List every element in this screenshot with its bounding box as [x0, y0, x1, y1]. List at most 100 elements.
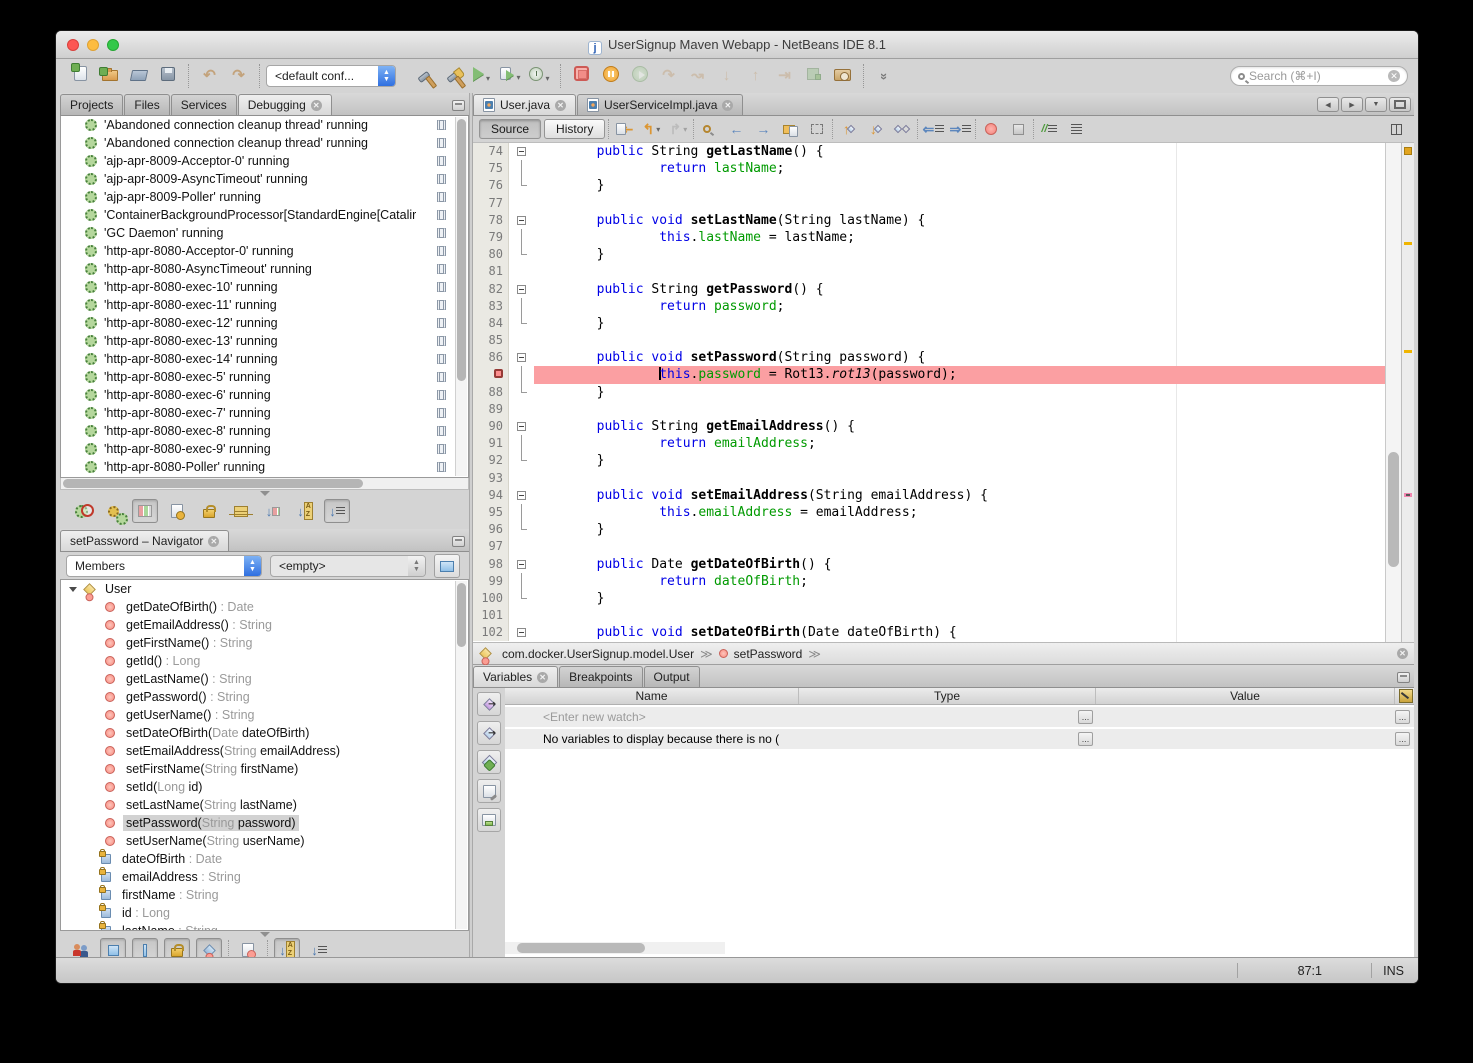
fold-margin[interactable] [509, 281, 534, 298]
line-number[interactable]: 82 [473, 281, 509, 298]
tab-files[interactable]: Files [124, 94, 169, 115]
pause-thread-icon[interactable] [437, 408, 446, 418]
editor-tab-user-java[interactable]: User.java✕ [473, 94, 576, 115]
fold-collapse-icon[interactable] [517, 147, 526, 156]
thread-row[interactable]: 'http-apr-8080-Poller' running [61, 458, 468, 476]
fold-margin[interactable] [509, 177, 534, 194]
fold-collapse-icon[interactable] [517, 285, 526, 294]
thread-row[interactable]: 'http-apr-8080-exec-11' running [61, 296, 468, 314]
maximize-window-button[interactable] [1389, 97, 1411, 112]
line-number[interactable]: 74 [473, 143, 509, 160]
build-project-button[interactable] [410, 63, 437, 90]
fold-margin[interactable] [509, 366, 534, 383]
fold-margin[interactable] [509, 315, 534, 332]
line-number[interactable]: 79 [473, 229, 509, 246]
previous-usage-button[interactable]: ↑ [836, 118, 860, 140]
fold-margin[interactable] [509, 332, 534, 349]
new-watch-button[interactable] [477, 750, 501, 774]
configuration-select[interactable]: <default conf...▲▼ [266, 65, 396, 87]
source-view-button[interactable]: Source [479, 119, 541, 139]
title-bar[interactable]: jUserSignup Maven Webapp - NetBeans IDE … [56, 31, 1418, 59]
member-item[interactable]: getEmailAddress() : String [61, 616, 468, 634]
member-item[interactable]: lastName : String [61, 922, 468, 931]
line-number[interactable]: 93 [473, 470, 509, 487]
member-item[interactable]: firstName : String [61, 886, 468, 904]
find-selection-button[interactable] [697, 118, 721, 140]
pause-thread-icon[interactable] [437, 228, 446, 238]
line-number[interactable]: 102 [473, 624, 509, 641]
fold-margin[interactable] [509, 556, 534, 573]
pause-thread-icon[interactable] [437, 192, 446, 202]
fold-margin[interactable] [509, 212, 534, 229]
line-number[interactable]: 91 [473, 435, 509, 452]
close-icon[interactable]: ✕ [1397, 648, 1408, 659]
watch-row[interactable]: No variables to display because there is… [505, 729, 1414, 749]
fold-collapse-icon[interactable] [517, 560, 526, 569]
line-number[interactable]: 88 [473, 384, 509, 401]
fold-margin[interactable] [509, 246, 534, 263]
warning-mark[interactable] [1404, 242, 1412, 245]
run-project-button[interactable]: ▾ [468, 63, 495, 90]
editor-vscrollbar[interactable] [1385, 143, 1401, 642]
step-over-expression-button[interactable]: ↝ [684, 63, 711, 90]
line-number[interactable]: 96 [473, 521, 509, 538]
fold-margin[interactable] [509, 229, 534, 246]
watch-name[interactable]: No variables to display because there is… [505, 732, 779, 746]
type-ellipsis-button[interactable]: ... [1078, 710, 1093, 724]
thread-row[interactable]: 'http-apr-8080-exec-6' running [61, 386, 468, 404]
shift-line-left-button[interactable]: ⇐ [921, 118, 945, 140]
member-item[interactable]: dateOfBirth : Date [61, 850, 468, 868]
jump-back-button[interactable]: ↰▾ [639, 118, 663, 140]
fold-margin[interactable] [509, 298, 534, 315]
new-file-button[interactable] [67, 63, 94, 90]
save-all-button[interactable] [154, 63, 181, 90]
history-view-button[interactable]: History [544, 119, 605, 139]
fold-collapse-icon[interactable] [517, 628, 526, 637]
close-icon[interactable]: ✕ [722, 100, 733, 111]
thread-row[interactable]: 'http-apr-8080-exec-8' running [61, 422, 468, 440]
breadcrumb-class[interactable]: com.docker.UserSignup.model.User [502, 647, 694, 661]
navigator-inheritance-select[interactable]: <empty> ▲▼ [270, 555, 426, 577]
show-watches-button[interactable] [477, 721, 501, 745]
take-gui-snapshot-button[interactable] [829, 63, 856, 90]
error-stripe[interactable] [1401, 143, 1414, 642]
pause-thread-icon[interactable] [437, 120, 446, 130]
fold-margin[interactable] [509, 263, 534, 280]
thread-row[interactable]: 'Abandoned connection cleanup thread' ru… [61, 134, 468, 152]
close-icon[interactable]: ✕ [537, 672, 548, 683]
close-icon[interactable]: ✕ [555, 100, 566, 111]
show-evaluation-result-button[interactable] [477, 692, 501, 716]
variables-hscrollbar[interactable] [505, 942, 1414, 954]
toolbar-overflow-button[interactable]: » [871, 63, 898, 90]
fold-margin[interactable] [509, 538, 534, 555]
line-number[interactable]: 77 [473, 195, 509, 212]
split-document-button[interactable] [1384, 118, 1408, 140]
member-item[interactable]: getDateOfBirth() : Date [61, 598, 468, 616]
column-header-value[interactable]: Value [1096, 688, 1395, 704]
line-number[interactable]: 80 [473, 246, 509, 263]
fold-margin[interactable] [509, 160, 534, 177]
thread-row[interactable]: 'http-apr-8080-exec-13' running [61, 332, 468, 350]
stop-macro-recording-button[interactable] [1006, 118, 1030, 140]
tab-breakpoints[interactable]: Breakpoints [559, 666, 642, 687]
sort-alphabetically-button[interactable]: ↓AZ [292, 499, 318, 523]
type-ellipsis-button[interactable]: ... [1078, 732, 1093, 746]
variable-formatters-button[interactable] [477, 779, 501, 803]
navigator-filter-select[interactable]: Members ▲▼ [66, 555, 262, 577]
show-system-threads-button[interactable] [100, 499, 126, 523]
pause-thread-icon[interactable] [437, 318, 446, 328]
start-macro-recording-button[interactable] [979, 118, 1003, 140]
uncomment-lines-button[interactable] [1064, 118, 1088, 140]
pause-thread-icon[interactable] [437, 282, 446, 292]
expander-icon[interactable] [69, 587, 77, 592]
fold-margin[interactable] [509, 452, 534, 469]
thread-row[interactable]: 'http-apr-8080-exec-12' running [61, 314, 468, 332]
fold-margin[interactable] [509, 504, 534, 521]
fold-collapse-icon[interactable] [517, 353, 526, 362]
show-suspend-resume-table-button[interactable] [132, 499, 158, 523]
pause-thread-icon[interactable] [437, 336, 446, 346]
step-over-button[interactable]: ↷ [655, 63, 682, 90]
pause-thread-icon[interactable] [437, 444, 446, 454]
pause-thread-icon[interactable] [437, 354, 446, 364]
tab-projects[interactable]: Projects [60, 94, 123, 115]
